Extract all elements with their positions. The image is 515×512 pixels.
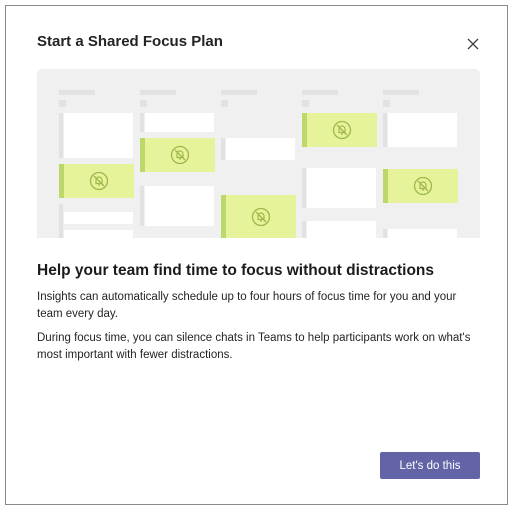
- focus-block: [302, 113, 377, 147]
- column-header: [221, 90, 257, 95]
- muted-bell-icon: [89, 171, 109, 191]
- calendar-slot: [307, 168, 376, 208]
- event-edge: [383, 113, 387, 147]
- column-marker: [302, 100, 309, 107]
- close-button[interactable]: [464, 35, 482, 53]
- muted-bell-icon: [332, 120, 352, 140]
- event-edge: [302, 221, 306, 238]
- calendar-slot: [388, 229, 457, 238]
- column-header: [59, 90, 95, 95]
- column-marker: [140, 100, 147, 107]
- calendar-slot: [145, 113, 214, 132]
- focus-block: [383, 169, 458, 203]
- column-header: [383, 90, 419, 95]
- column-header: [140, 90, 176, 95]
- description-paragraph: During focus time, you can silence chats…: [37, 332, 471, 361]
- description-paragraph: Insights can automatically schedule up t…: [37, 291, 457, 320]
- calendar-slot: [64, 113, 133, 158]
- dialog-title: Start a Shared Focus Plan: [37, 33, 223, 50]
- event-edge: [59, 113, 63, 158]
- focus-plan-dialog: Start a Shared Focus Plan Help your team…: [5, 5, 508, 505]
- event-edge: [383, 229, 387, 238]
- focus-block: [59, 164, 134, 198]
- dialog-headline: Help your team find time to focus withou…: [37, 262, 434, 279]
- calendar-slot: [226, 138, 295, 160]
- calendar-slot: [64, 212, 133, 224]
- calendar-slot: [64, 230, 133, 238]
- muted-bell-icon: [251, 207, 271, 226]
- muted-bell-icon: [170, 145, 190, 165]
- calendar-slot: [307, 221, 376, 238]
- close-icon: [467, 38, 479, 50]
- column-marker: [221, 100, 228, 107]
- lets-do-this-button[interactable]: Let's do this: [380, 452, 480, 479]
- event-edge: [140, 186, 144, 226]
- calendar-slot: [388, 113, 457, 147]
- event-edge: [59, 204, 63, 238]
- focus-block: [140, 138, 215, 172]
- column-marker: [59, 100, 66, 107]
- event-edge: [302, 168, 306, 208]
- focus-block: [221, 195, 296, 238]
- column-marker: [383, 100, 390, 107]
- event-edge: [140, 113, 144, 132]
- event-edge: [221, 138, 225, 160]
- calendar-slot: [145, 186, 214, 226]
- column-header: [302, 90, 338, 95]
- muted-bell-icon: [413, 176, 433, 196]
- calendar-illustration: [37, 69, 480, 238]
